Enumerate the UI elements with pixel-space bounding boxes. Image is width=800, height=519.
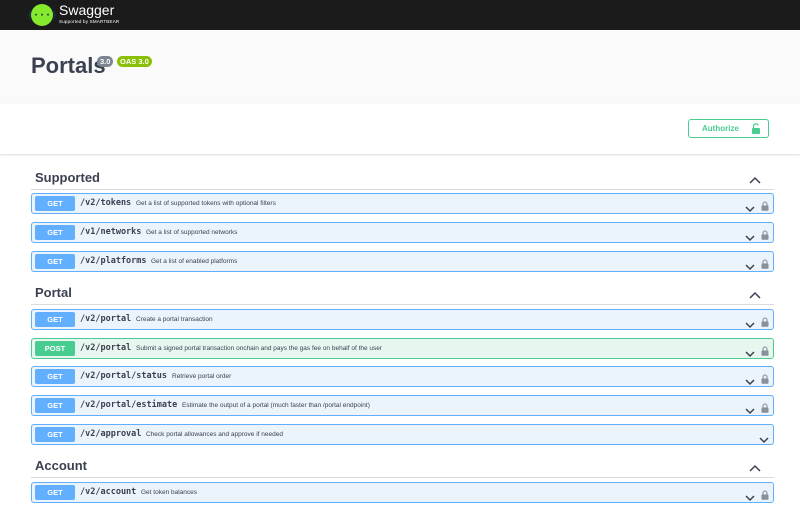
method-badge: GET	[35, 312, 75, 327]
unlock-icon	[751, 123, 761, 136]
method-badge: GET	[35, 369, 75, 384]
section-title-account[interactable]: Account	[35, 458, 87, 474]
method-badge: GET	[35, 254, 75, 269]
chevron-down-icon[interactable]	[745, 489, 755, 507]
info-header	[0, 30, 800, 104]
section-divider	[31, 477, 774, 478]
lock-icon[interactable]	[761, 371, 769, 389]
operation-path: /v2/portal	[80, 343, 132, 353]
operation-get-v2-platforms[interactable]: GET /v2/platforms Get a list of enabled …	[31, 251, 774, 272]
chevron-down-icon[interactable]	[745, 229, 755, 247]
section-divider	[31, 189, 774, 190]
operation-get-v2-portal[interactable]: GET /v2/portal Create a portal transacti…	[31, 309, 774, 330]
operation-summary: Get token balances	[141, 489, 198, 496]
chevron-down-icon[interactable]	[745, 373, 755, 391]
swagger-logo-icon[interactable]: {···}	[27, 4, 57, 26]
operation-get-v2-tokens[interactable]: GET /v2/tokens Get a list of supported t…	[31, 193, 774, 214]
chevron-up-icon[interactable]	[749, 459, 761, 477]
operation-path: /v2/platforms	[80, 256, 147, 266]
operation-path: /v2/account	[80, 487, 137, 497]
top-bar: {···} Swagger Supported by SMARTBEAR	[0, 0, 800, 30]
method-badge: POST	[35, 341, 75, 356]
operation-path: /v2/portal/status	[80, 371, 167, 381]
chevron-down-icon[interactable]	[745, 316, 755, 334]
brand-subtitle: Supported by SMARTBEAR	[59, 19, 120, 24]
operation-get-v2-approval[interactable]: GET /v2/approval Check portal allowances…	[31, 424, 774, 445]
section-divider	[31, 304, 774, 305]
authorize-label: Authorize	[702, 124, 739, 133]
operation-post-v2-portal[interactable]: POST /v2/portal Submit a signed portal t…	[31, 338, 774, 359]
operation-get-v2-portal-estimate[interactable]: GET /v2/portal/estimate Estimate the out…	[31, 395, 774, 416]
chevron-up-icon[interactable]	[749, 171, 761, 189]
section-title-portal[interactable]: Portal	[35, 285, 72, 301]
chevron-up-icon[interactable]	[749, 286, 761, 304]
operation-path: /v2/approval	[80, 429, 142, 439]
lock-icon[interactable]	[761, 343, 769, 361]
method-badge: GET	[35, 196, 75, 211]
operation-get-v1-networks[interactable]: GET /v1/networks Get a list of supported…	[31, 222, 774, 243]
operation-summary: Check portal allowances and approve if n…	[146, 431, 283, 438]
operation-summary: Estimate the output of a portal (much fa…	[182, 402, 370, 409]
operation-summary: Get a list of enabled platforms	[151, 258, 238, 265]
method-badge: GET	[35, 485, 75, 500]
chevron-down-icon[interactable]	[745, 258, 755, 276]
chevron-down-icon[interactable]	[745, 402, 755, 420]
lock-icon[interactable]	[761, 314, 769, 332]
scheme-container	[0, 104, 800, 154]
operation-summary: Submit a signed portal transaction oncha…	[136, 345, 383, 352]
lock-icon[interactable]	[761, 227, 769, 245]
operation-summary: Retrieve portal order	[172, 373, 232, 380]
lock-icon[interactable]	[761, 198, 769, 216]
method-badge: GET	[35, 398, 75, 413]
method-badge: GET	[35, 225, 75, 240]
operation-get-v2-portal-status[interactable]: GET /v2/portal/status Retrieve portal or…	[31, 366, 774, 387]
operation-path: /v2/tokens	[80, 198, 132, 208]
brand-name[interactable]: Swagger	[59, 3, 114, 18]
chevron-down-icon[interactable]	[745, 345, 755, 363]
operation-summary: Get a list of supported networks	[146, 229, 238, 236]
chevron-down-icon[interactable]	[759, 431, 769, 449]
operation-get-v2-account[interactable]: GET /v2/account Get token balances	[31, 482, 774, 503]
lock-icon[interactable]	[761, 487, 769, 505]
lock-icon[interactable]	[761, 400, 769, 418]
operation-path: /v2/portal/estimate	[80, 400, 178, 410]
operation-summary: Create a portal transaction	[136, 316, 213, 323]
operation-path: /v2/portal	[80, 314, 132, 324]
oas-badge: OAS 3.0	[117, 56, 152, 67]
api-title: Portals	[31, 53, 106, 78]
section-title-supported[interactable]: Supported	[35, 170, 100, 186]
lock-icon[interactable]	[761, 256, 769, 274]
version-badge: 3.0	[97, 56, 114, 67]
chevron-down-icon[interactable]	[745, 200, 755, 218]
authorize-button[interactable]: Authorize	[688, 119, 769, 138]
operation-summary: Get a list of supported tokens with opti…	[136, 200, 276, 207]
operation-path: /v1/networks	[80, 227, 142, 237]
method-badge: GET	[35, 427, 75, 442]
